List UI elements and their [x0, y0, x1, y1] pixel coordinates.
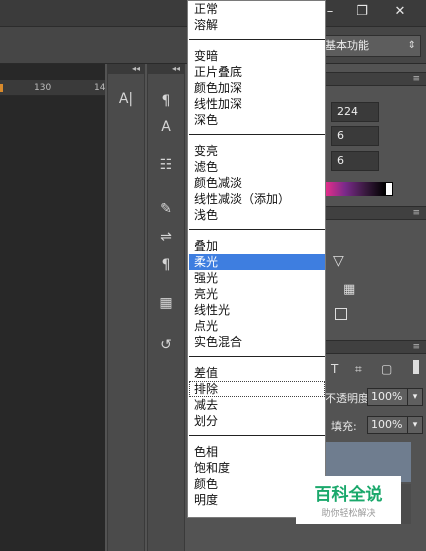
filter-toggle[interactable]	[413, 360, 419, 374]
blend-mode-item[interactable]: 变暗	[189, 48, 325, 64]
close-button[interactable]: ✕	[386, 1, 414, 23]
ruler-tick-label: 14	[94, 83, 106, 93]
layers-panel-header: ≡	[325, 340, 426, 354]
restore-button[interactable]: ❐	[348, 1, 376, 23]
triangle-down-icon[interactable]: ▽	[333, 254, 347, 268]
panel-header: ≡	[325, 206, 426, 220]
blend-mode-item[interactable]: 减去	[189, 397, 325, 413]
blend-mode-item[interactable]: 线性光	[189, 302, 325, 318]
history-icon[interactable]: ↺	[153, 334, 179, 356]
color-ramp[interactable]	[325, 182, 385, 196]
watermark-title: 百科全说	[314, 485, 383, 505]
blend-mode-item[interactable]: 溶解	[189, 17, 325, 33]
blend-mode-item[interactable]: 线性加深	[189, 96, 325, 112]
blend-mode-menu[interactable]: 正常 溶解变暗 正片叠底 颜色加深 线性加深 深色变亮 滤色 颜色减淡 线性减淡（添加） 浅色叠加…	[187, 0, 326, 518]
blend-mode-item[interactable]: 深色	[189, 112, 325, 128]
document-canvas[interactable]	[0, 64, 105, 551]
blend-mode-item[interactable]: 排除	[189, 381, 325, 397]
blend-mode-item[interactable]: 浅色	[189, 207, 325, 223]
shape-filter-icon[interactable]: ⌗	[355, 362, 362, 377]
panel-dock-a: ◂◂ A|	[107, 64, 145, 551]
blend-mode-item[interactable]: 叠加	[189, 238, 325, 254]
ruler-tick-label: 130	[34, 83, 52, 93]
mask-icon[interactable]	[335, 308, 347, 320]
ruler-marker	[0, 84, 3, 92]
blend-mode-item[interactable]: 滤色	[189, 159, 325, 175]
character-panel-icon[interactable]: A|	[113, 88, 139, 110]
menu-separator	[189, 229, 325, 230]
chevron-down-icon[interactable]: ▾	[407, 416, 423, 434]
opacity-value: 100%	[371, 390, 403, 403]
opacity-label: 不透明度:	[325, 392, 373, 405]
blend-mode-item[interactable]: 颜色加深	[189, 80, 325, 96]
blend-mode-item[interactable]: 变亮	[189, 143, 325, 159]
blend-mode-item[interactable]: 色相	[189, 444, 325, 460]
menu-separator	[189, 435, 325, 436]
panel-dock-b: ◂◂ ¶ A ☷ ✎ ⇌ ¶ ▦ ↺	[147, 64, 185, 551]
watermark-logo: 百科全说 助你轻松解决	[296, 476, 401, 524]
fill-value: 100%	[371, 418, 403, 431]
blend-mode-item[interactable]: 差值	[189, 365, 325, 381]
property-field[interactable]: 224	[331, 102, 379, 122]
panel-header: ≡	[325, 72, 426, 86]
blend-mode-item[interactable]: 点光	[189, 318, 325, 334]
blend-mode-item[interactable]: 强光	[189, 270, 325, 286]
paragraph-icon[interactable]: ¶	[153, 90, 179, 112]
blend-mode-item[interactable]: 颜色减淡	[189, 175, 325, 191]
blend-mode-item[interactable]: 正常	[189, 1, 325, 17]
blend-mode-item[interactable]: 线性减淡（添加）	[189, 191, 325, 207]
workspace-label: 基本功能	[325, 39, 369, 52]
blend-mode-item[interactable]: 正片叠底	[189, 64, 325, 80]
blend-mode-item[interactable]: 柔光	[189, 254, 325, 270]
menu-separator	[189, 39, 325, 40]
blend-mode-item[interactable]: 饱和度	[189, 460, 325, 476]
blend-mode-item[interactable]: 亮光	[189, 286, 325, 302]
paragraph-style-icon[interactable]: ☷	[153, 154, 179, 176]
panel-menu-icon[interactable]: ≡	[412, 342, 420, 352]
blend-mode-item[interactable]: 实色混合	[189, 334, 325, 350]
property-field[interactable]: 6	[331, 126, 379, 146]
type-filter-icon[interactable]: T	[331, 362, 338, 376]
collapse-arrows-icon[interactable]: ◂◂	[148, 64, 184, 74]
grid-icon[interactable]: ▦	[343, 282, 355, 297]
chevron-updown-icon: ⇕	[407, 40, 416, 51]
chevron-down-icon[interactable]: ▾	[407, 388, 423, 406]
fill-label: 填充:	[331, 420, 357, 433]
watermark-subtitle: 助你轻松解决	[321, 509, 376, 519]
panel-menu-icon[interactable]: ≡	[412, 208, 420, 218]
horizontal-ruler: 130 14	[0, 80, 105, 96]
menu-separator	[189, 134, 325, 135]
brush-presets-icon[interactable]: ⇌	[153, 226, 179, 248]
property-field[interactable]: 6	[331, 151, 379, 171]
smart-filter-icon[interactable]: ▢	[381, 362, 392, 376]
blend-mode-item[interactable]: 划分	[189, 413, 325, 429]
white-swatch[interactable]	[385, 182, 393, 196]
menu-separator	[189, 356, 325, 357]
collapse-arrows-icon[interactable]: ◂◂	[108, 64, 144, 74]
character-style-icon[interactable]: A	[153, 116, 179, 138]
3d-icon[interactable]: ▦	[153, 292, 179, 314]
brush-icon[interactable]: ✎	[153, 198, 179, 220]
panel-menu-icon[interactable]: ≡	[412, 74, 420, 84]
workspace-select[interactable]: 基本功能 ⇕	[318, 35, 421, 57]
paragraph-panel-icon[interactable]: ¶	[153, 254, 179, 276]
